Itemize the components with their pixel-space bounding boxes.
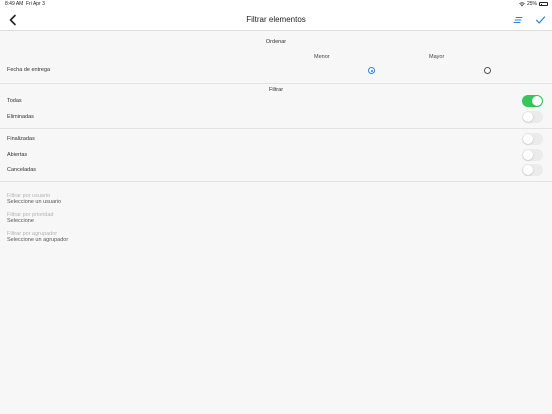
toggle-eliminadas[interactable] <box>522 111 543 123</box>
toggle-knob <box>523 150 533 160</box>
sort-button[interactable] <box>513 15 523 25</box>
confirm-button[interactable] <box>535 15 546 25</box>
navigation-bar: Filtrar elementos <box>0 9 552 31</box>
toggle-label-finalizadas: Finalizadas <box>7 136 35 142</box>
toggle-canceladas[interactable] <box>522 164 543 176</box>
radio-mayor[interactable] <box>484 67 491 74</box>
toggle-abiertas[interactable] <box>522 149 543 161</box>
divider <box>0 128 552 129</box>
page-title: Filtrar elementos <box>246 15 306 24</box>
group-filter-field[interactable]: Filtrar por agrupador Seleccione un agru… <box>7 231 207 243</box>
group-filter-value: Seleccione un agrupador <box>7 237 69 243</box>
toggle-knob <box>532 96 542 106</box>
battery-percent: 25% <box>526 1 537 7</box>
sort-icon <box>513 17 523 23</box>
wifi-icon <box>519 1 525 6</box>
toggle-finalizadas[interactable] <box>522 133 543 145</box>
toggle-knob <box>523 134 533 144</box>
radio-menor[interactable] <box>368 67 375 74</box>
order-section-header: Ordenar <box>265 39 287 45</box>
checkmark-icon <box>535 16 546 24</box>
user-filter-field[interactable]: Filtrar por usuario Seleccione un usuari… <box>7 193 207 205</box>
priority-filter-field[interactable]: Filtrar por prioridad Seleccione <box>7 212 207 224</box>
toggle-label-canceladas: Canceladas <box>7 167 37 173</box>
divider <box>0 83 552 84</box>
toggle-label-todas: Todas <box>7 98 22 104</box>
priority-filter-value: Seleccione <box>7 218 34 224</box>
status-date: Fri Apr 3 <box>26 1 45 7</box>
toggle-label-eliminadas: Eliminadas <box>7 114 34 120</box>
order-row-label: Fecha de entrega <box>7 67 51 73</box>
toggle-knob <box>523 112 533 122</box>
toggle-todas[interactable] <box>522 95 543 107</box>
status-bar: 8:49 AM Fri Apr 3 25% <box>0 0 552 9</box>
status-time: 8:49 AM <box>5 1 24 7</box>
battery-icon <box>539 2 548 6</box>
divider <box>0 181 552 182</box>
user-filter-value: Seleccione un usuario <box>7 199 62 205</box>
status-indicators: 25% <box>519 1 548 7</box>
toggle-knob <box>523 165 533 175</box>
toggle-label-abiertas: Abiertas <box>7 152 28 158</box>
filter-section-header: Filtrar <box>268 87 284 93</box>
order-column-menor: Menor <box>314 54 330 60</box>
order-column-mayor: Mayor <box>429 54 445 60</box>
